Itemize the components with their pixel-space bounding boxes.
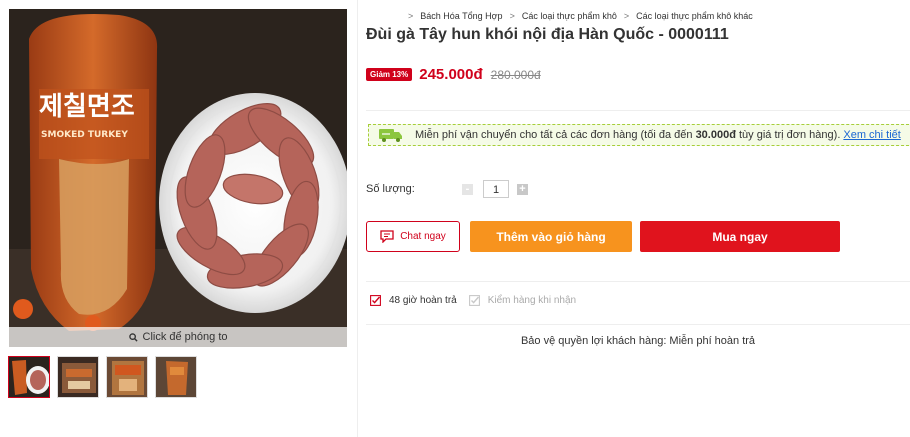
main-product-image[interactable]: 제칠면조 SMOKED TURKEY Click để phóng to: [9, 9, 347, 347]
inspect-guarantee: Kiểm hàng khi nhận: [468, 295, 577, 306]
product-info: > Bách Hóa Tổng Hợp > Các loại thực phẩm…: [366, 0, 910, 437]
return-guarantee-label: 48 giờ hoàn trả: [389, 295, 457, 306]
divider: [366, 324, 910, 325]
old-price: 280.000đ: [490, 67, 541, 82]
customer-protection-text: Bảo vệ quyền lợi khách hàng: Miễn phí ho…: [520, 335, 756, 347]
thumbnail-image: [107, 357, 147, 397]
divider: [366, 281, 910, 282]
breadcrumb-separator: >: [623, 11, 630, 21]
breadcrumb-separator: >: [509, 11, 515, 21]
shipping-amount: 30.000đ: [695, 129, 736, 141]
quantity-label: Số lượng:: [366, 183, 415, 195]
checkbox-check-icon: [370, 295, 381, 306]
magnifier-icon: [128, 332, 138, 342]
chat-now-label: Chat ngay: [400, 231, 446, 242]
free-shipping-banner: Miễn phí vận chuyển cho tất cả các đơn h…: [368, 124, 910, 146]
shipping-text: Miễn phí vận chuyển cho tất cả các đơn h…: [415, 129, 696, 141]
product-title: Đùi gà Tây hun khói nội địa Hàn Quốc - 0…: [366, 26, 729, 43]
thumbnail-image: [58, 357, 98, 397]
chat-icon: [380, 230, 394, 243]
thumbnail-3[interactable]: [106, 356, 148, 398]
zoom-hint-label: Click để phóng to: [142, 331, 228, 343]
quantity-decrease-button[interactable]: -: [462, 183, 473, 195]
thumbnail-image: [9, 357, 49, 397]
inspect-guarantee-label: Kiểm hàng khi nhận: [487, 295, 577, 306]
checkbox-check-icon: [468, 295, 480, 306]
shipping-text-after: tùy giá trị đơn hàng).: [735, 129, 841, 141]
zoom-hint[interactable]: Click để phóng to: [9, 327, 347, 347]
shipping-details-link[interactable]: Xem chi tiết: [843, 129, 900, 141]
breadcrumb: > Bách Hóa Tổng Hợp > Các loại thực phẩm…: [408, 11, 753, 21]
quantity-row: Số lượng: - 1 +: [366, 180, 528, 198]
breadcrumb-separator: >: [408, 11, 414, 21]
package-brand-text: 제칠면조: [39, 92, 135, 122]
return-guarantee: 48 giờ hoàn trả: [370, 295, 457, 306]
guarantees: 48 giờ hoàn trả Kiểm hàng khi nhận: [370, 295, 576, 306]
thumbnail-image: [156, 357, 196, 397]
thumbnail-2[interactable]: [57, 356, 99, 398]
price-row: Giảm 13% 245.000đ 280.000đ: [366, 66, 541, 83]
buy-now-button[interactable]: Mua ngay: [640, 221, 840, 252]
thumbnail-strip: [8, 356, 197, 398]
thumbnail-1[interactable]: [8, 356, 50, 398]
product-photo: 제칠면조 SMOKED TURKEY: [9, 9, 347, 347]
chat-now-button[interactable]: Chat ngay: [366, 221, 460, 252]
discount-badge: Giảm 13%: [366, 68, 413, 81]
truck-icon: [379, 128, 403, 142]
breadcrumb-item[interactable]: Các loại thực phẩm khô: [522, 11, 617, 21]
thumbnail-4[interactable]: [155, 356, 197, 398]
current-price: 245.000đ: [419, 66, 483, 83]
quantity-increase-button[interactable]: +: [517, 183, 528, 195]
divider: [366, 110, 910, 111]
quantity-input[interactable]: 1: [483, 180, 509, 198]
breadcrumb-item[interactable]: Bách Hóa Tổng Hợp: [420, 11, 502, 21]
package-sub-text: SMOKED TURKEY: [41, 130, 128, 140]
product-gallery: 제칠면조 SMOKED TURKEY Click để phóng to: [0, 0, 358, 437]
add-to-cart-button[interactable]: Thêm vào giỏ hàng: [470, 221, 632, 252]
purchase-actions: Chat ngay Thêm vào giỏ hàng Mua ngay: [366, 221, 840, 252]
breadcrumb-item[interactable]: Các loại thực phẩm khô khác: [636, 11, 753, 21]
